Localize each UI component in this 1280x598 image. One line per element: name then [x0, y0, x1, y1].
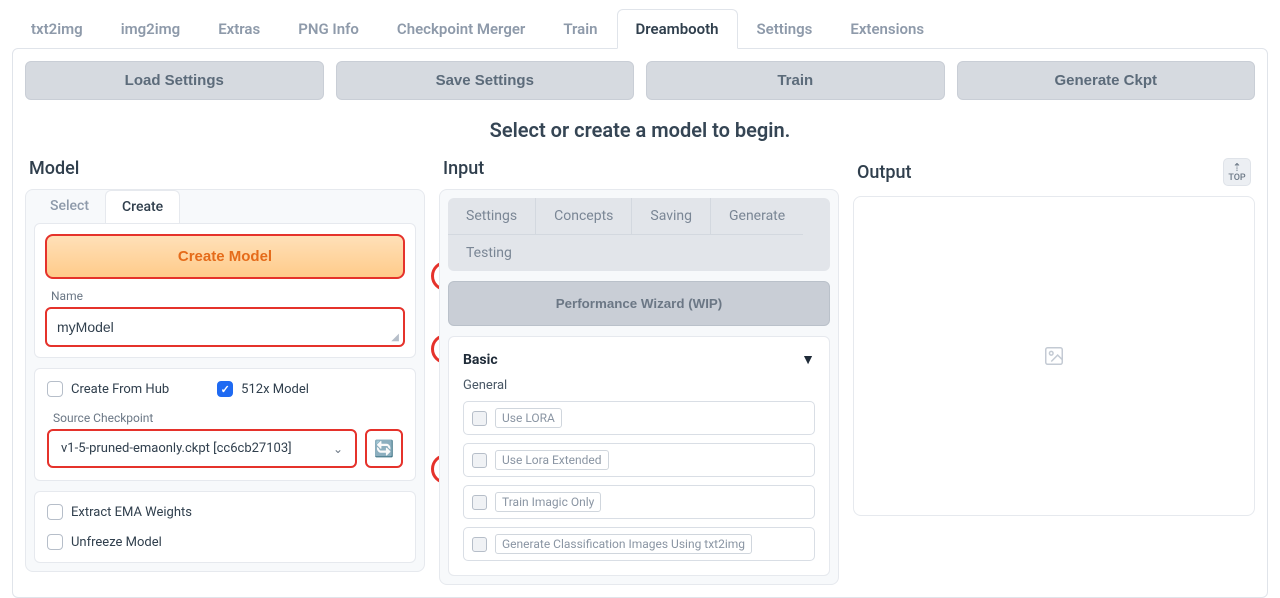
tab-dreambooth[interactable]: Dreambooth	[617, 9, 738, 49]
input-subtab-settings[interactable]: Settings	[448, 198, 536, 235]
scroll-top-button[interactable]: ⇡ TOP	[1223, 158, 1251, 186]
input-subtab-generate[interactable]: Generate	[711, 198, 803, 235]
use-lora-extended-option[interactable]: Use Lora Extended	[463, 443, 815, 477]
save-settings-button[interactable]: Save Settings	[336, 61, 635, 100]
tab-png-info[interactable]: PNG Info	[279, 9, 378, 48]
load-settings-button[interactable]: Load Settings	[25, 61, 324, 100]
general-label: General	[463, 378, 815, 393]
model-subtab-select[interactable]: Select	[34, 190, 105, 223]
input-title: Input	[439, 156, 839, 189]
tab-txt2img[interactable]: txt2img	[12, 9, 102, 48]
tab-img2img[interactable]: img2img	[102, 9, 200, 48]
performance-wizard-button[interactable]: Performance Wizard (WIP)	[448, 281, 830, 326]
source-checkpoint-label: Source Checkpoint	[53, 411, 403, 425]
model-title: Model	[25, 156, 425, 189]
refresh-icon: 🔄	[374, 439, 394, 458]
512x-model-checkbox[interactable]: ✓512x Model	[217, 381, 309, 397]
tab-settings[interactable]: Settings	[738, 9, 832, 48]
chevron-down-icon: ⌄	[333, 442, 343, 456]
output-title: Output	[857, 162, 912, 183]
action-bar: Load Settings Save Settings Train Genera…	[13, 49, 1267, 112]
output-preview	[853, 196, 1255, 516]
name-label: Name	[51, 289, 405, 303]
up-arrow-icon: ⇡	[1232, 162, 1241, 173]
tab-extensions[interactable]: Extensions	[831, 9, 943, 48]
main-panel: Load Settings Save Settings Train Genera…	[12, 48, 1268, 598]
create-model-button[interactable]: Create Model	[45, 234, 405, 279]
image-placeholder-icon	[1043, 345, 1065, 367]
extract-ema-checkbox[interactable]: Extract EMA Weights	[47, 504, 403, 520]
use-lora-option[interactable]: Use LORA	[463, 401, 815, 435]
model-subtab-create[interactable]: Create	[105, 190, 180, 223]
model-name-input[interactable]	[45, 307, 405, 347]
banner-text: Select or create a model to begin.	[13, 112, 1267, 156]
generate-ckpt-button[interactable]: Generate Ckpt	[957, 61, 1256, 100]
tab-checkpoint-merger[interactable]: Checkpoint Merger	[378, 9, 544, 48]
unfreeze-model-checkbox[interactable]: Unfreeze Model	[47, 534, 403, 550]
top-tabs: txt2img img2img Extras PNG Info Checkpoi…	[0, 0, 1280, 48]
train-imagic-only-option[interactable]: Train Imagic Only	[463, 485, 815, 519]
source-checkpoint-select[interactable]: v1-5-pruned-emaonly.ckpt [cc6cb27103] ⌄	[47, 429, 357, 468]
input-subtab-saving[interactable]: Saving	[632, 198, 711, 235]
refresh-checkpoint-button[interactable]: 🔄	[365, 429, 403, 468]
tab-extras[interactable]: Extras	[199, 9, 279, 48]
basic-accordion-header[interactable]: Basic ▼	[463, 347, 815, 378]
caret-down-icon: ▼	[801, 351, 815, 368]
input-subtab-testing[interactable]: Testing	[448, 235, 530, 271]
gen-classification-option[interactable]: Generate Classification Images Using txt…	[463, 527, 815, 561]
create-from-hub-checkbox[interactable]: Create From Hub	[47, 381, 169, 397]
tab-train[interactable]: Train	[544, 9, 616, 48]
train-button[interactable]: Train	[646, 61, 945, 100]
input-subtab-concepts[interactable]: Concepts	[536, 198, 632, 235]
